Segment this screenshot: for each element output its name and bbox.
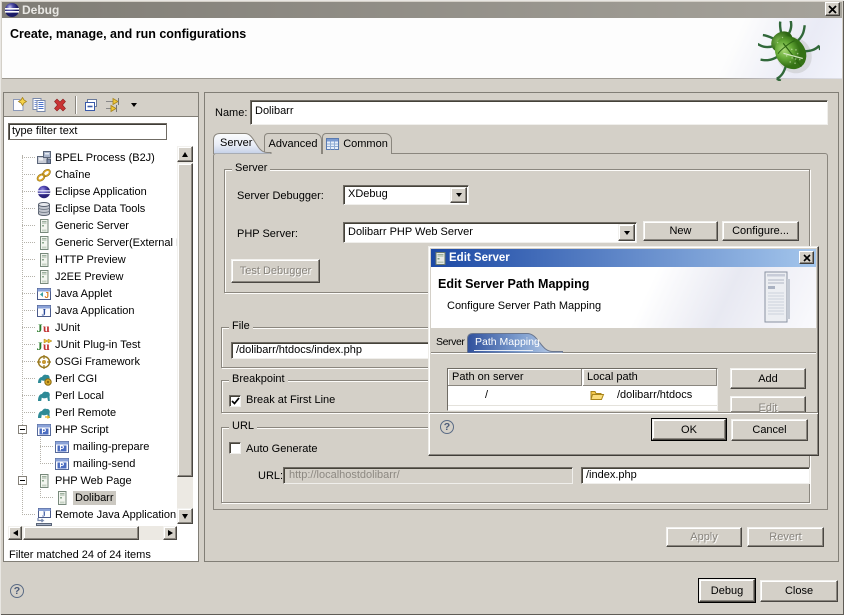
- svg-text:u: u: [43, 321, 50, 335]
- svg-text:P: P: [42, 428, 47, 435]
- svg-text:J: J: [42, 510, 46, 518]
- svg-text:J: J: [37, 321, 43, 335]
- svg-text:J: J: [42, 307, 47, 317]
- svg-text:P: P: [60, 462, 65, 469]
- svg-text:P: P: [60, 445, 65, 452]
- svg-text:J: J: [37, 339, 43, 353]
- svg-text:J: J: [45, 291, 49, 300]
